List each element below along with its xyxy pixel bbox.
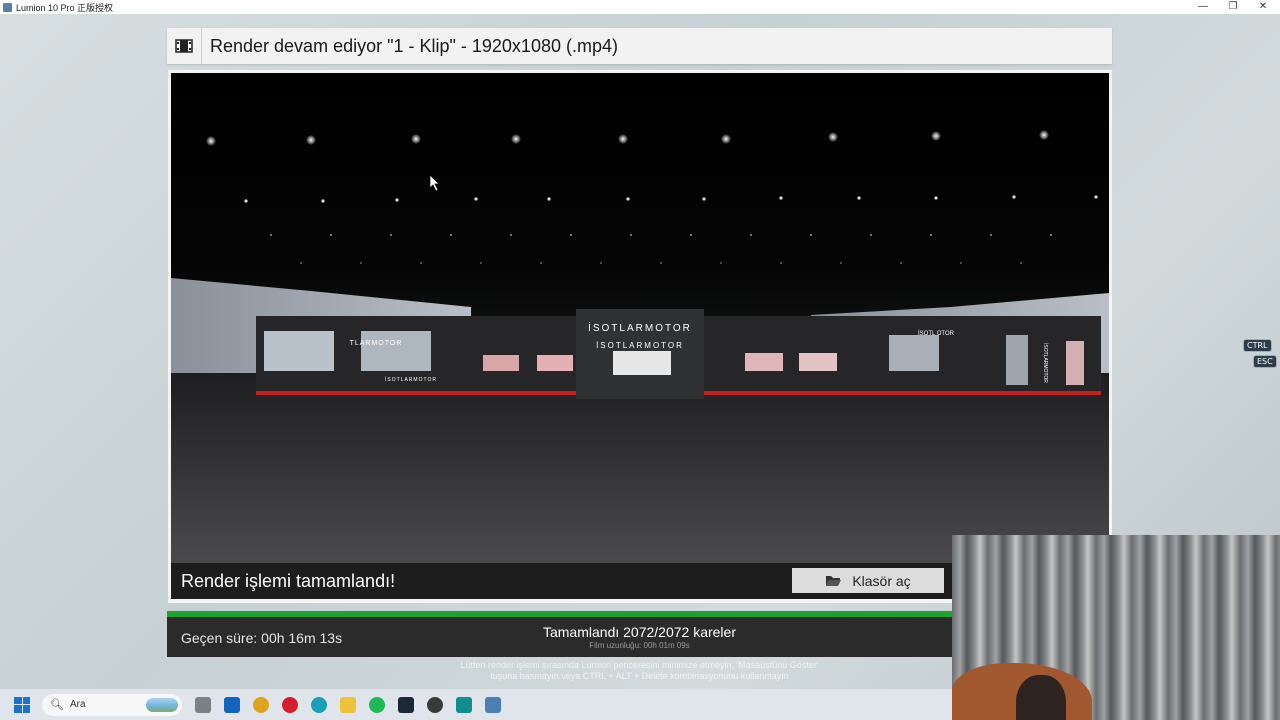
lumion-app-icon: [3, 2, 12, 12]
booth-sign-main: İSOTLARMOTOR: [588, 321, 692, 334]
search-placeholder: Ara: [69, 699, 86, 710]
minimize-button[interactable]: —: [1188, 0, 1218, 14]
file-explorer-icon[interactable]: [195, 696, 211, 713]
booth-sign-center: İSOTLARMOTOR: [596, 341, 684, 350]
booth-sign-right: İSOTL OTOR: [918, 330, 955, 337]
lumion-icon[interactable]: [485, 696, 501, 713]
film-icon: [167, 28, 202, 64]
booth-vertical-sign: İSOTLARMOTOR: [1042, 343, 1049, 383]
webcam-overlay: [952, 535, 1280, 720]
esc-key-hint: ESC: [1253, 355, 1277, 368]
booth-sign-left: TLARMOTOR: [350, 340, 403, 347]
restore-button[interactable]: ❐: [1218, 0, 1248, 14]
open-folder-label: Klasör aç: [852, 572, 911, 589]
search-highlight-icon: [146, 697, 178, 712]
render-header: Render devam ediyor "1 - Klip" - 1920x10…: [167, 28, 1112, 64]
start-button[interactable]: [14, 696, 30, 713]
render-complete-message: Render işlemi tamamlandı!: [181, 570, 396, 591]
search-icon: 🔍︎: [50, 699, 64, 711]
taskbar: 🔍︎ Ara: [0, 689, 952, 720]
folder-icon[interactable]: [340, 696, 356, 713]
opera-icon[interactable]: [282, 696, 298, 713]
3ds-max-icon[interactable]: [456, 696, 472, 713]
open-folder-button[interactable]: Klasör aç: [792, 568, 944, 593]
edge-icon[interactable]: [311, 696, 327, 713]
render-title: Render devam ediyor "1 - Klip" - 1920x10…: [210, 35, 618, 56]
steam-icon[interactable]: [398, 696, 414, 713]
obs-icon[interactable]: [427, 696, 443, 713]
outlook-icon[interactable]: [224, 696, 240, 713]
close-button[interactable]: ✕: [1248, 0, 1278, 14]
window-title-bar: Lumion 10 Pro 正版授权 — ❐ ✕: [0, 0, 1280, 14]
mouse-cursor-icon: [429, 174, 440, 192]
taskbar-search[interactable]: 🔍︎ Ara: [42, 693, 182, 716]
window-title: Lumion 10 Pro 正版授权: [16, 2, 114, 13]
render-preview: İSOTLARMOTOR İSOTLARMOTOR TLARMOTOR İSOT…: [171, 73, 1109, 563]
spotify-icon[interactable]: [369, 696, 385, 713]
ctrl-key-hint: CTRL: [1243, 339, 1272, 352]
booth-base-text: İSOTLARMOTOR: [385, 376, 437, 383]
render-frame: İSOTLARMOTOR İSOTLARMOTOR TLARMOTOR İSOT…: [168, 70, 1112, 603]
chrome-icon[interactable]: [253, 696, 269, 713]
folder-open-icon: [826, 576, 842, 586]
webcam-person: [1016, 675, 1066, 720]
